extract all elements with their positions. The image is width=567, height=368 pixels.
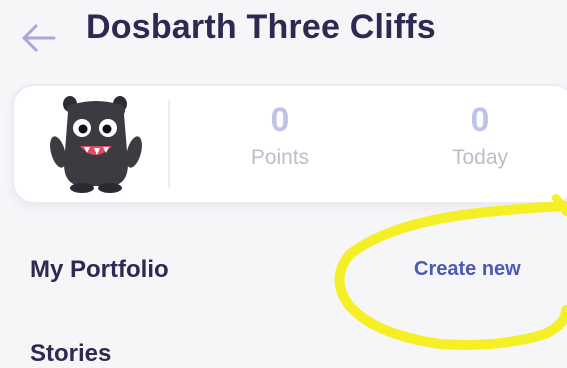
avatar[interactable]	[48, 94, 144, 194]
arrow-left-icon	[22, 24, 56, 52]
today-value: 0	[470, 101, 490, 139]
portfolio-heading: My Portfolio	[30, 256, 169, 283]
points-stat: 0 Points	[220, 100, 340, 170]
points-label: Points	[250, 146, 310, 169]
points-value: 0	[270, 101, 290, 139]
today-stat: 0 Today	[420, 100, 540, 170]
stories-heading: Stories	[30, 340, 112, 367]
today-label: Today	[451, 146, 509, 169]
back-button[interactable]	[18, 20, 62, 56]
create-new-button[interactable]: Create new	[414, 258, 521, 281]
header: Dosbarth Three Cliffs	[0, 0, 567, 80]
page-title: Dosbarth Three Cliffs	[86, 8, 436, 46]
monster-avatar-icon	[50, 96, 142, 193]
stats-card: 0 Points 0 Today	[12, 84, 567, 204]
divider	[168, 100, 170, 188]
